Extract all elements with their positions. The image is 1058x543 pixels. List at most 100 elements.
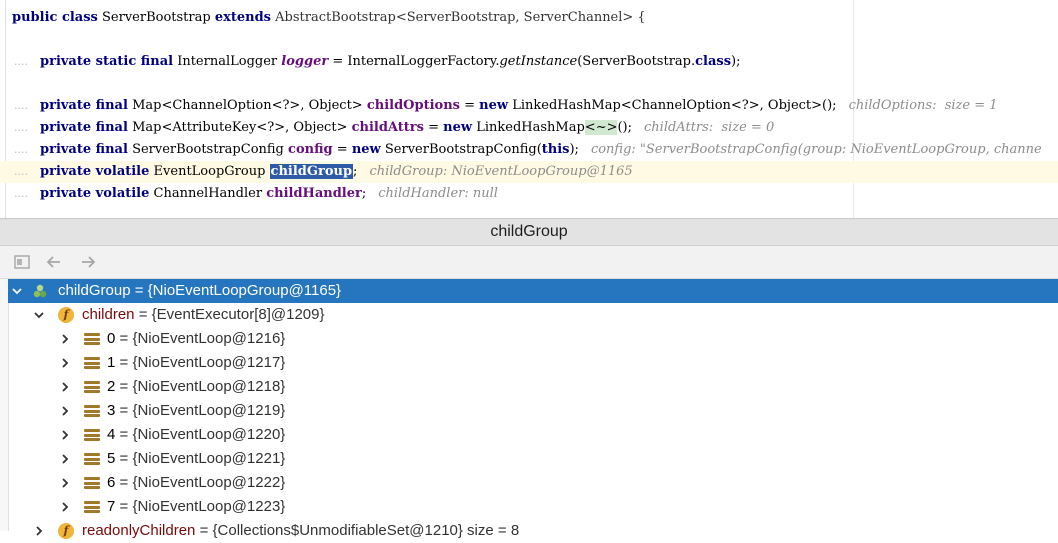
initializer: LinkedHashMap: [476, 120, 585, 135]
chevron-down-icon[interactable]: [32, 303, 46, 327]
array-value: = {NioEventLoop@1216}: [119, 330, 286, 347]
field-name: childAttrs: [351, 120, 424, 135]
method-name: getInstance: [499, 54, 578, 69]
array-index: 6: [107, 474, 116, 491]
keyword-extends: extends: [214, 10, 272, 25]
variable-value: = {NioEventLoopGroup@1165}: [134, 282, 342, 299]
keyword-new: new: [351, 142, 381, 157]
chevron-right-icon[interactable]: [32, 519, 46, 543]
code-line-child-options[interactable]: .... private final Map<ChannelOption<?>,…: [0, 95, 1058, 117]
array-value: = {NioEventLoop@1217}: [119, 354, 286, 371]
indent-dots: ....: [14, 165, 28, 178]
array-index: 7: [107, 498, 116, 515]
code-line-child-group[interactable]: .... private volatile EventLoopGroup chi…: [0, 161, 1058, 183]
chevron-right-icon[interactable]: [58, 399, 72, 423]
folded-generic[interactable]: <~>: [584, 120, 618, 135]
chevron-right-icon[interactable]: [58, 351, 72, 375]
inline-debug-hint: childOptions: size = 1: [848, 98, 998, 113]
field-value: = {EventExecutor[8]@1209}: [138, 306, 325, 323]
keyword-new: new: [479, 98, 509, 113]
indent-dots: ....: [14, 99, 28, 112]
chevron-right-icon[interactable]: [58, 327, 72, 351]
tree-row-array-item[interactable]: 7 = {NioEventLoop@1223}: [8, 495, 1058, 519]
assign-expr: = InternalLoggerFactory.: [332, 54, 500, 69]
chevron-right-icon[interactable]: [58, 447, 72, 471]
modifiers: private static final: [40, 54, 174, 69]
chevron-right-icon[interactable]: [58, 375, 72, 399]
tree-row-array-item[interactable]: 3 = {NioEventLoop@1219}: [8, 399, 1058, 423]
statement-end: ;: [353, 164, 358, 179]
inspection-title[interactable]: childGroup: [0, 219, 1058, 246]
initializer: LinkedHashMap<ChannelOption<?>, Object>(…: [512, 98, 837, 113]
array-value: = {NioEventLoop@1221}: [119, 450, 286, 467]
array-element-icon: [84, 427, 100, 443]
keyword-this: this: [541, 142, 570, 157]
type-name: EventLoopGroup: [153, 164, 266, 179]
array-index: 3: [107, 402, 116, 419]
array-element-icon: [84, 451, 100, 467]
type-name: ChannelHandler: [153, 186, 263, 201]
code-line-child-attrs[interactable]: .... private final Map<AttributeKey<?>, …: [0, 117, 1058, 139]
array-value: = {NioEventLoop@1223}: [119, 498, 286, 515]
tree-row-array-item[interactable]: 0 = {NioEventLoop@1216}: [8, 327, 1058, 351]
initializer-end: ();: [617, 120, 633, 135]
field-value: = {Collections$UnmodifiableSet@1210} siz…: [199, 522, 520, 539]
array-value: = {NioEventLoop@1218}: [119, 378, 286, 395]
inline-debug-hint: childHandler: null: [378, 186, 498, 201]
array-value: = {NioEventLoop@1222}: [119, 474, 286, 491]
restore-layout-icon[interactable]: [12, 252, 32, 272]
variable-name: childGroup: [58, 282, 131, 299]
array-element-icon: [84, 403, 100, 419]
tree-row-array-item[interactable]: 2 = {NioEventLoop@1218}: [8, 375, 1058, 399]
indent-dots: ....: [14, 55, 28, 68]
code-line-class-declaration[interactable]: public class ServerBootstrap extends Abs…: [0, 7, 1058, 29]
field-name: logger: [281, 54, 329, 69]
code-line-logger[interactable]: .... private static final InternalLogger…: [0, 51, 1058, 73]
field-icon: f: [58, 523, 74, 539]
inline-debug-hint: childAttrs: size = 0: [644, 120, 775, 135]
inspection-popup[interactable]: childGroup childGroup = {NioEventLoopGro…: [0, 218, 1058, 539]
type-name: Map<AttributeKey<?>, Object>: [132, 120, 348, 135]
array-index: 2: [107, 378, 116, 395]
modifiers: private final: [40, 120, 128, 135]
field-icon: f: [58, 307, 74, 323]
code-editor[interactable]: public class ServerBootstrap extends Abs…: [0, 0, 1058, 218]
watch-variable-icon: [32, 283, 48, 299]
tree-row-array-item[interactable]: 1 = {NioEventLoop@1217}: [8, 351, 1058, 375]
code-line-config[interactable]: .... private final ServerBootstrapConfig…: [0, 139, 1058, 161]
indent-dots: ....: [14, 121, 28, 134]
tree-row-array-item[interactable]: 5 = {NioEventLoop@1221}: [8, 447, 1058, 471]
chevron-right-icon[interactable]: [58, 471, 72, 495]
array-element-icon: [84, 331, 100, 347]
tree-row-array-item[interactable]: 4 = {NioEventLoop@1220}: [8, 423, 1058, 447]
chevron-right-icon[interactable]: [58, 495, 72, 519]
code-line-child-handler[interactable]: .... private volatile ChannelHandler chi…: [0, 183, 1058, 205]
array-index: 1: [107, 354, 116, 371]
statement-end: ;: [361, 186, 367, 201]
field-name: config: [288, 142, 333, 157]
keyword-public-class: public class: [12, 10, 98, 25]
class-name: ServerBootstrap: [102, 10, 211, 25]
back-arrow-icon[interactable]: [44, 252, 64, 272]
assign-op: =: [428, 120, 440, 135]
field-name: readonlyChildren: [82, 522, 196, 539]
field-name: childOptions: [366, 98, 460, 113]
inspection-toolbar: [0, 246, 1058, 279]
modifiers: private final: [40, 142, 128, 157]
array-element-icon: [84, 499, 100, 515]
chevron-right-icon[interactable]: [58, 423, 72, 447]
indent-dots: ....: [14, 187, 28, 200]
modifiers: private volatile: [40, 186, 150, 201]
assign-op: =: [336, 142, 348, 157]
forward-arrow-icon[interactable]: [78, 252, 98, 272]
method-args: (ServerBootstrap.: [577, 54, 696, 69]
tree-row-readonly-children[interactable]: f readonlyChildren = {Collections$Unmodi…: [8, 519, 1058, 543]
chevron-down-icon[interactable]: [10, 279, 24, 303]
array-element-icon: [84, 475, 100, 491]
tree-row-array-item[interactable]: 6 = {NioEventLoop@1222}: [8, 471, 1058, 495]
tree-row-children[interactable]: f children = {EventExecutor[8]@1209}: [8, 303, 1058, 327]
array-index: 0: [107, 330, 116, 347]
selected-field-name[interactable]: childGroup: [269, 164, 354, 179]
tree-row-root[interactable]: childGroup = {NioEventLoopGroup@1165}: [8, 279, 1058, 303]
indent-dots: ....: [14, 143, 28, 156]
